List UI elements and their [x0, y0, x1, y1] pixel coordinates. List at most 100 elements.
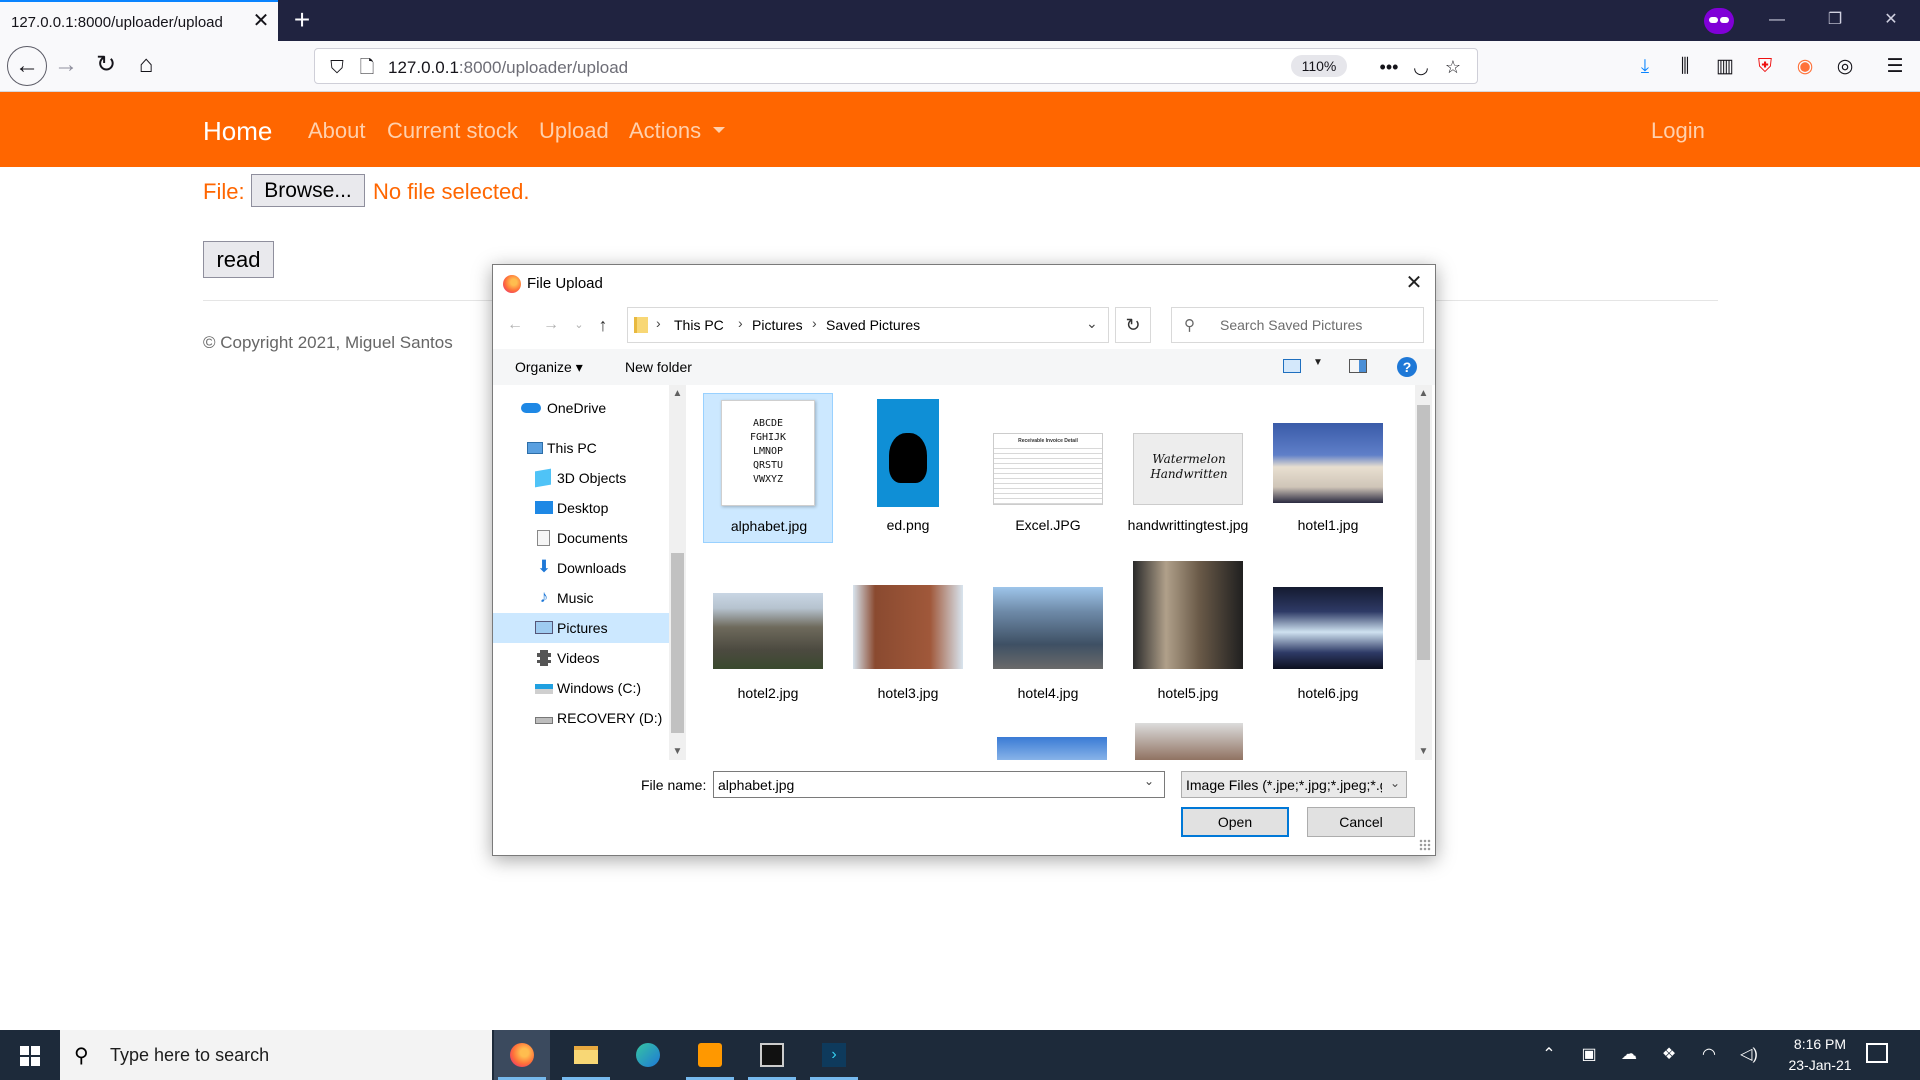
- file-item-hotel1[interactable]: hotel1.jpg: [1263, 393, 1393, 543]
- taskbar-search-box[interactable]: ⚲ Type here to search: [60, 1030, 492, 1080]
- file-item-hotel4[interactable]: hotel4.jpg: [983, 561, 1113, 711]
- read-button[interactable]: read: [203, 241, 274, 278]
- file-type-select[interactable]: Image Files (*.jpe;*.jpg;*.jpeg;*.g ⌄: [1181, 771, 1407, 798]
- browse-button[interactable]: Browse...: [251, 174, 365, 207]
- ublock-icon[interactable]: ⛨: [1752, 54, 1778, 80]
- tab-close-icon[interactable]: ✕: [248, 8, 274, 34]
- chevron-down-icon[interactable]: ⌄: [1086, 315, 1098, 332]
- file-item-alphabet[interactable]: ABCDE FGHIJK LMNOP QRSTU VWXYZ alphabet.…: [703, 393, 833, 543]
- more-icon[interactable]: •••: [1377, 55, 1401, 79]
- file-item-hotel3[interactable]: hotel3.jpg: [843, 561, 973, 711]
- refresh-icon[interactable]: ↻: [1115, 307, 1151, 343]
- file-thumbnail-partial[interactable]: [997, 737, 1107, 760]
- file-name-combobox[interactable]: ⌄: [713, 771, 1165, 798]
- address-bar[interactable]: › This PC › Pictures › Saved Pictures ⌄: [627, 307, 1109, 343]
- menu-icon[interactable]: ☰: [1882, 54, 1908, 80]
- url-text[interactable]: 127.0.0.1:8000/uploader/upload: [388, 58, 628, 78]
- organize-menu[interactable]: Organize ▾: [515, 359, 583, 376]
- cancel-button[interactable]: Cancel: [1307, 807, 1415, 837]
- browser-tab[interactable]: 127.0.0.1:8000/uploader/upload ✕: [0, 0, 278, 41]
- url-bar[interactable]: ⛉ 🗋 127.0.0.1:8000/uploader/upload 110% …: [314, 48, 1478, 84]
- breadcrumb-this-pc[interactable]: This PC: [674, 317, 724, 333]
- chevron-down-icon[interactable]: ⌄: [1144, 774, 1154, 788]
- nav-actions-dropdown[interactable]: Actions: [629, 118, 701, 144]
- new-tab-icon[interactable]: +: [286, 4, 318, 36]
- nav-about-link[interactable]: About: [308, 118, 366, 144]
- file-item-ed[interactable]: ed.png: [843, 393, 973, 543]
- chevron-right-icon[interactable]: ›: [656, 315, 661, 331]
- extension-icon[interactable]: ◉: [1792, 54, 1818, 80]
- file-thumbnail-partial[interactable]: [1135, 723, 1243, 760]
- meet-now-icon[interactable]: ▣: [1578, 1044, 1600, 1066]
- nav-item-documents[interactable]: Documents: [493, 523, 669, 553]
- dialog-search-input[interactable]: [1220, 309, 1420, 341]
- dialog-close-icon[interactable]: ✕: [1399, 269, 1429, 297]
- close-window-icon[interactable]: ✕: [1868, 4, 1914, 36]
- forward-icon[interactable]: →: [48, 48, 84, 84]
- zoom-badge[interactable]: 110%: [1291, 55, 1347, 77]
- nav-item-pictures[interactable]: Pictures: [493, 613, 669, 643]
- change-view-icon[interactable]: [1283, 359, 1301, 373]
- file-item-hotel6[interactable]: hotel6.jpg: [1263, 561, 1393, 711]
- bookmark-star-icon[interactable]: ☆: [1441, 55, 1465, 79]
- tracking-shield-icon[interactable]: ⛉: [325, 55, 349, 79]
- file-grid-scrollbar[interactable]: ▲ ▼: [1415, 385, 1432, 760]
- file-item-handwritting[interactable]: Watermelon Handwritten handwrittingtest.…: [1123, 393, 1253, 543]
- download-icon[interactable]: ⤓: [1632, 54, 1658, 80]
- notifications-icon[interactable]: [1866, 1043, 1888, 1063]
- nav-item-onedrive[interactable]: OneDrive: [493, 393, 669, 423]
- onedrive-tray-icon[interactable]: ☁: [1618, 1044, 1640, 1066]
- reload-icon[interactable]: ↻: [88, 48, 124, 84]
- breadcrumb-pictures[interactable]: Pictures: [752, 317, 803, 333]
- dropbox-icon[interactable]: ❖: [1658, 1044, 1680, 1066]
- terminal-icon[interactable]: [744, 1030, 800, 1080]
- account-icon[interactable]: ◎: [1832, 54, 1858, 80]
- library-icon[interactable]: ⫼: [1672, 54, 1698, 80]
- preview-pane-icon[interactable]: [1349, 359, 1367, 373]
- scroll-up-icon[interactable]: ▲: [669, 385, 686, 402]
- scroll-down-icon[interactable]: ▼: [669, 743, 686, 760]
- file-item-hotel2[interactable]: hotel2.jpg: [703, 561, 833, 711]
- windows-start-icon[interactable]: [0, 1030, 60, 1080]
- open-button[interactable]: Open: [1181, 807, 1289, 837]
- chevron-up-icon[interactable]: ⌃: [1538, 1044, 1560, 1066]
- sublime-text-icon[interactable]: [682, 1030, 738, 1080]
- chevron-down-icon[interactable]: ⌄: [1390, 776, 1400, 790]
- dialog-search-box[interactable]: ⚲: [1171, 307, 1424, 343]
- login-link[interactable]: Login: [1651, 118, 1705, 144]
- breadcrumb-saved-pictures[interactable]: Saved Pictures: [826, 317, 920, 333]
- up-folder-icon[interactable]: ↑: [591, 313, 615, 337]
- nav-upload-link[interactable]: Upload: [539, 118, 609, 144]
- wifi-icon[interactable]: ◠: [1698, 1044, 1720, 1066]
- clock-date[interactable]: 23-Jan-21: [1774, 1057, 1866, 1073]
- restore-icon[interactable]: ❐: [1812, 4, 1858, 36]
- file-item-excel[interactable]: Receivable Invoice Detail Excel.JPG: [983, 393, 1113, 543]
- view-options-caret-icon[interactable]: ▼: [1313, 357, 1323, 368]
- nav-item-this-pc[interactable]: This PC: [493, 433, 669, 463]
- nav-current-stock-link[interactable]: Current stock: [387, 118, 518, 144]
- minimize-icon[interactable]: —: [1754, 4, 1800, 36]
- firefox-icon[interactable]: [494, 1030, 550, 1080]
- clock-time[interactable]: 8:16 PM: [1780, 1036, 1860, 1052]
- chevron-right-icon[interactable]: ›: [738, 315, 743, 331]
- pocket-icon[interactable]: ◡: [1409, 55, 1433, 79]
- brand-home-link[interactable]: Home: [203, 116, 272, 147]
- chevron-right-icon[interactable]: ›: [812, 315, 817, 331]
- nav-item-recovery-d[interactable]: RECOVERY (D:): [493, 703, 669, 733]
- help-icon[interactable]: ?: [1397, 357, 1417, 377]
- home-icon[interactable]: ⌂: [128, 48, 164, 84]
- scroll-thumb[interactable]: [1417, 405, 1430, 660]
- nav-item-music[interactable]: ♪ Music: [493, 583, 669, 613]
- file-name-input[interactable]: [718, 774, 1138, 796]
- nav-item-videos[interactable]: Videos: [493, 643, 669, 673]
- nav-pane-scrollbar[interactable]: ▲ ▼: [669, 385, 686, 760]
- new-folder-button[interactable]: New folder: [625, 359, 692, 375]
- recent-locations-icon[interactable]: ⌄: [567, 313, 591, 337]
- nav-item-downloads[interactable]: ⬇ Downloads: [493, 553, 669, 583]
- resize-grip-icon[interactable]: [1419, 839, 1431, 851]
- edge-icon[interactable]: [620, 1030, 676, 1080]
- page-icon[interactable]: 🗋: [355, 55, 379, 79]
- volume-icon[interactable]: ◁): [1738, 1044, 1760, 1066]
- nav-item-windows-c[interactable]: Windows (C:): [493, 673, 669, 703]
- sidebar-icon[interactable]: ▥: [1712, 54, 1738, 80]
